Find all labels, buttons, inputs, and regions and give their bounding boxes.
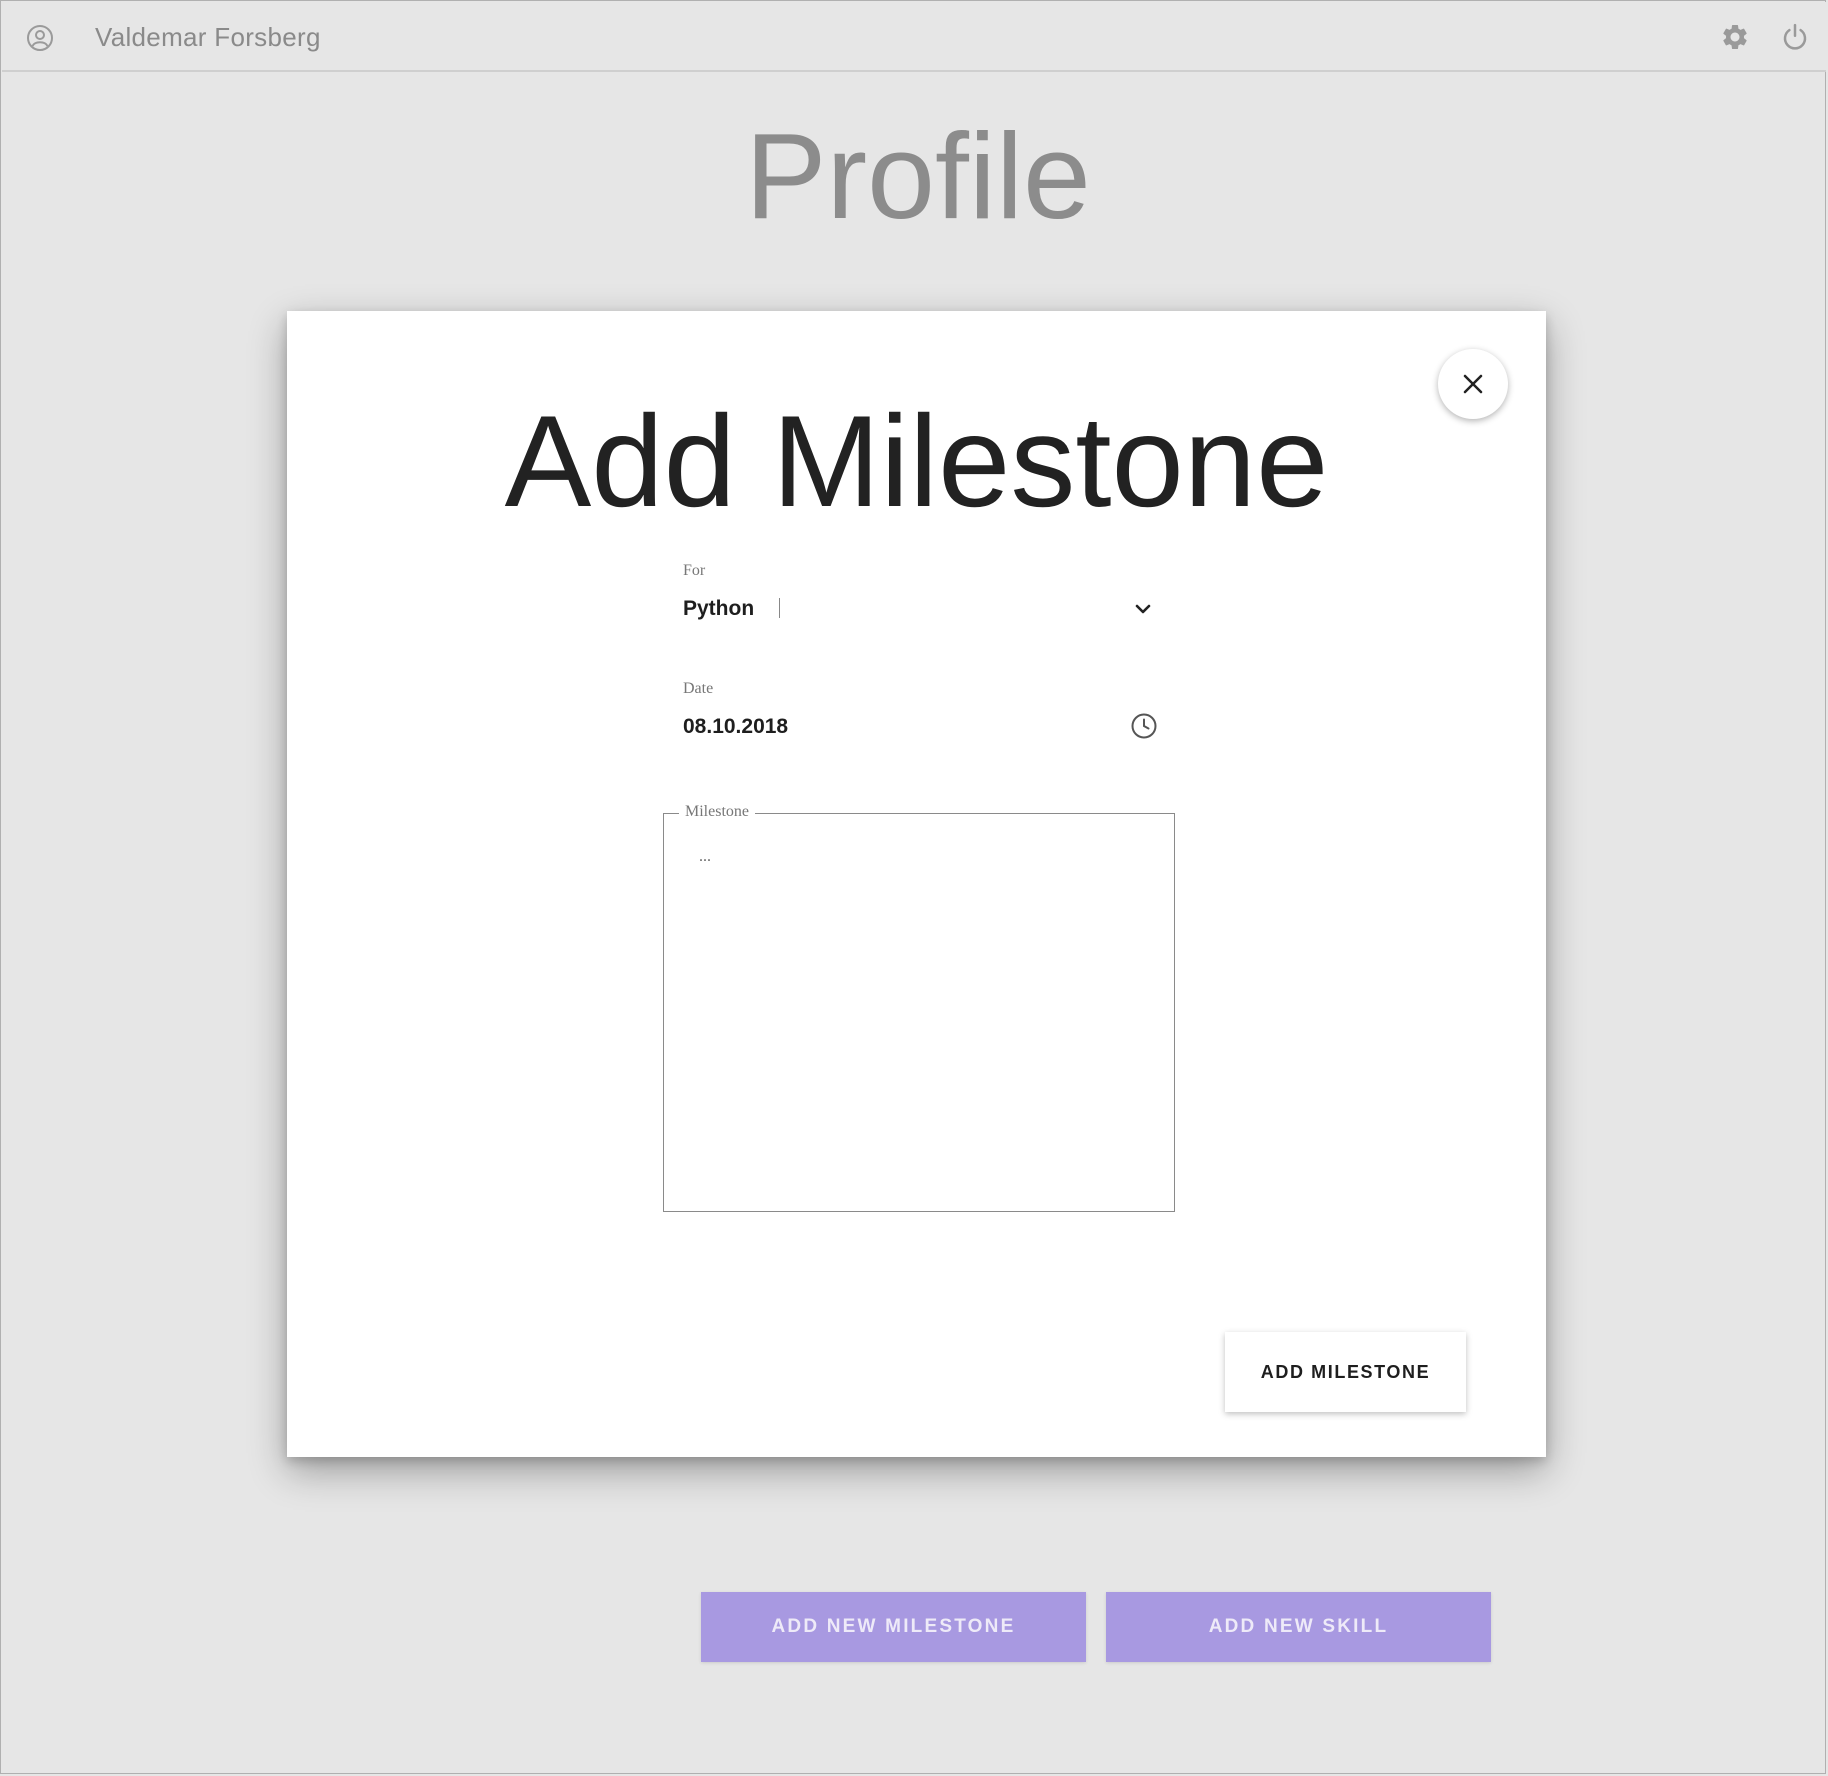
- gear-icon[interactable]: [1720, 22, 1750, 52]
- dialog-title: Add Milestone: [504, 388, 1329, 534]
- date-label: Date: [683, 680, 714, 697]
- add-milestone-submit-button[interactable]: ADD MILESTONE: [1225, 1332, 1466, 1412]
- user-icon[interactable]: [26, 24, 54, 52]
- clock-icon[interactable]: [1130, 712, 1158, 740]
- select-divider: [779, 598, 780, 618]
- for-label: For: [683, 562, 706, 579]
- chevron-down-icon[interactable]: [1132, 598, 1154, 620]
- top-bar: Valdemar Forsberg: [2, 2, 1826, 72]
- user-name: Valdemar Forsberg: [95, 22, 321, 52]
- power-icon[interactable]: [1780, 22, 1810, 52]
- add-milestone-dialog: Add Milestone For Python Date 08.10.2018…: [287, 311, 1546, 1457]
- add-new-skill-button[interactable]: ADD NEW SKILL: [1106, 1592, 1491, 1662]
- milestone-label: Milestone: [679, 803, 755, 821]
- date-input[interactable]: 08.10.2018: [683, 715, 788, 739]
- milestone-textarea[interactable]: [663, 813, 1175, 1212]
- for-select[interactable]: Python: [683, 597, 754, 621]
- milestone-placeholder: ...: [699, 848, 711, 865]
- add-new-milestone-button[interactable]: ADD NEW MILESTONE: [701, 1592, 1086, 1662]
- page-title: Profile: [745, 108, 1091, 244]
